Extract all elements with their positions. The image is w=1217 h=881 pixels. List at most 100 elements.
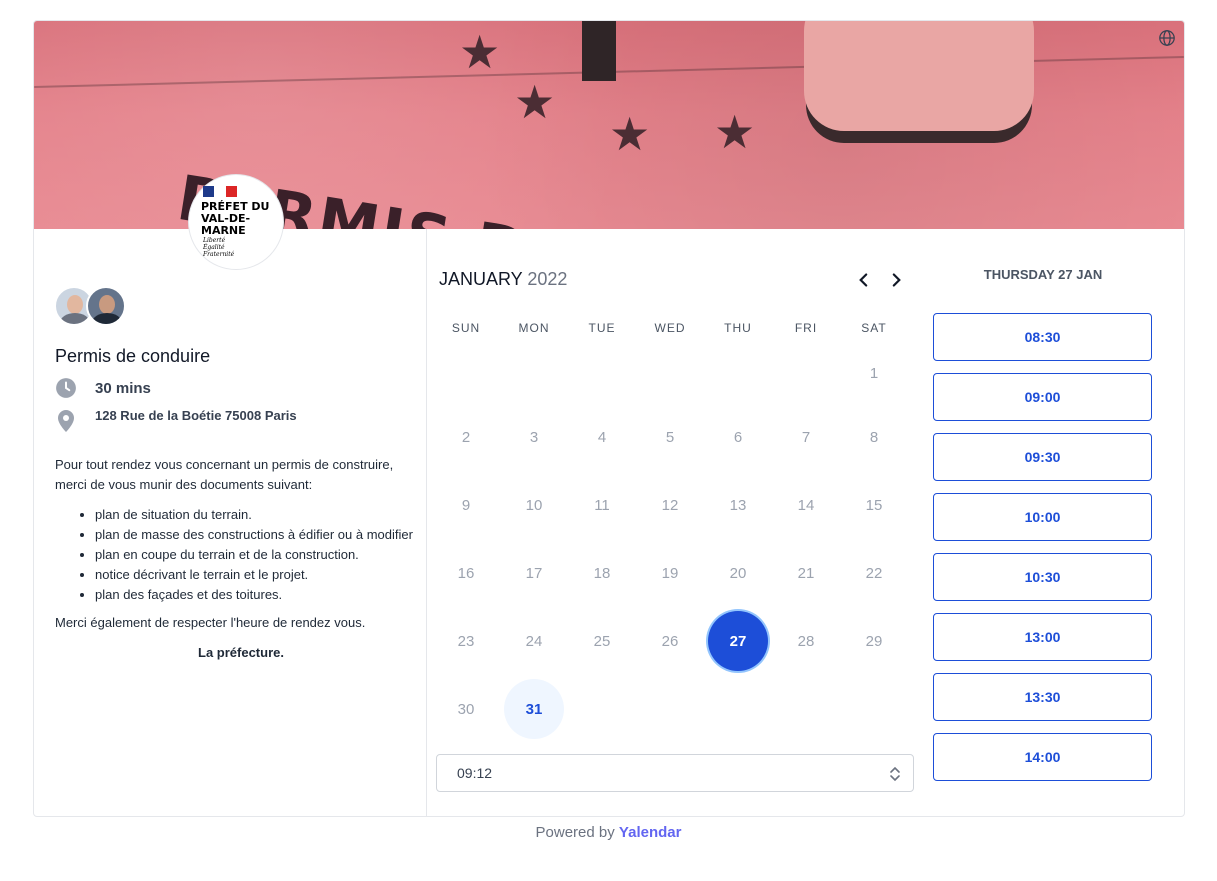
calendar-day: 1 [840,335,908,403]
logo-name: PRÉFET DU VAL-DE-MARNE [201,200,270,237]
address-row: 128 Rue de la Boétie 75008 Paris [55,408,297,432]
calendar-day: 23 [432,607,500,675]
calendar-day[interactable]: 27 [704,607,772,675]
calendar-day: 7 [772,403,840,471]
logo-motto: Liberté Égalité Fraternité [203,237,235,258]
calendar-day: 26 [636,607,704,675]
time-slot-button[interactable]: 10:30 [933,553,1152,601]
calendar-day: 17 [500,539,568,607]
duration-row: 30 mins [55,377,151,399]
day-number: 27 [708,611,768,671]
day-number: 11 [594,496,610,514]
day-number: 21 [797,564,815,582]
day-number: 7 [801,428,811,446]
list-item: plan en coupe du terrain et de la constr… [95,545,427,565]
day-number: 1 [869,364,879,382]
day-number: 5 [665,428,675,446]
day-number: 12 [661,496,679,514]
time-slot-button[interactable]: 08:30 [933,313,1152,361]
address-text: 128 Rue de la Boétie 75008 Paris [95,408,297,423]
weekday-header: SUN MON TUE WED THU FRI SAT [428,321,914,335]
weekday-label: FRI [794,321,818,335]
calendar-day: 21 [772,539,840,607]
day-number: 8 [869,428,879,446]
weekday-label: MON [518,321,550,335]
host-avatars [54,286,126,326]
day-number: 17 [525,564,543,582]
empty-cell [704,335,772,403]
weekday-label: SUN [451,321,481,335]
year-label: 2022 [527,269,568,289]
day-number: 18 [593,564,611,582]
calendar-day: 9 [432,471,500,539]
day-number: 23 [457,632,475,650]
calendar-day: 18 [568,539,636,607]
weekday-label: TUE [588,321,616,335]
location-pin-icon [55,409,77,432]
avatar [86,286,126,326]
day-number: 4 [597,428,607,446]
day-number: 20 [729,564,747,582]
calendar-day[interactable]: 31 [500,675,568,743]
empty-cell [432,335,500,403]
time-slot-button[interactable]: 13:00 [933,613,1152,661]
weekday-label: THU [724,321,752,335]
time-slot-button[interactable]: 10:00 [933,493,1152,541]
day-grid: 1 2 3 4 5 6 7 8 9 10 11 12 13 14 15 16 17 18 19 20 21 22 23 24 2… [432,335,908,743]
next-month-button[interactable] [885,269,907,291]
calendar-day: 14 [772,471,840,539]
empty-cell [500,335,568,403]
day-number: 31 [504,679,564,739]
timezone-value: 09:12 [457,765,493,781]
event-details: Permis de conduire 30 mins 128 Rue de la… [34,229,427,816]
calendar-day: 6 [704,403,772,471]
selected-date-label: THURSDAY 27 JAN [983,267,1103,282]
brand-link[interactable]: Yalendar [619,824,682,841]
calendar-day: 2 [432,403,500,471]
empty-cell [636,335,704,403]
calendar: JANUARY 2022 SUN MON TUE WED THU FRI SAT 12345… [428,229,923,816]
event-title: Permis de conduire [55,346,211,366]
organization-logo: PRÉFET DU VAL-DE-MARNE Liberté Égalité F… [188,174,284,270]
booking-card: ★ ★ ★ ★ PERMIS DE C PRÉFET DU VAL-DE-MAR… [33,20,1185,817]
time-slot-button[interactable]: 14:00 [933,733,1152,781]
month-name: JANUARY [439,269,523,289]
calendar-day: 30 [432,675,500,743]
calendar-day: 5 [636,403,704,471]
day-number: 2 [461,428,471,446]
calendar-day: 8 [840,403,908,471]
time-slot-button[interactable]: 09:30 [933,433,1152,481]
description-closing: Merci également de respecter l'heure de … [55,615,366,630]
calendar-day: 22 [840,539,908,607]
day-number: 19 [661,564,679,582]
day-number: 15 [865,496,883,514]
day-number: 29 [865,632,883,650]
duration-text: 30 mins [95,379,151,397]
day-number: 26 [661,632,679,650]
calendar-day: 16 [432,539,500,607]
french-flag-icon [203,186,237,197]
globe-icon[interactable] [1158,29,1176,47]
calendar-day: 11 [568,471,636,539]
previous-month-button[interactable] [853,269,875,291]
day-number: 10 [525,496,543,514]
clock-icon [55,377,77,399]
weekday-label: WED [654,321,686,335]
empty-cell [772,335,840,403]
calendar-day: 10 [500,471,568,539]
calendar-day: 15 [840,471,908,539]
time-slot-button[interactable]: 09:00 [933,373,1152,421]
calendar-day: 19 [636,539,704,607]
empty-cell [568,335,636,403]
calendar-day: 13 [704,471,772,539]
calendar-day: 20 [704,539,772,607]
time-slot-button[interactable]: 13:30 [933,673,1152,721]
day-number: 25 [593,632,611,650]
day-number: 14 [797,496,815,514]
day-number: 16 [457,564,475,582]
calendar-day: 4 [568,403,636,471]
timezone-select[interactable]: 09:12 [436,754,914,792]
list-item: plan de situation du terrain. [95,505,427,525]
weekday-label: SAT [861,321,887,335]
day-number: 6 [733,428,743,446]
